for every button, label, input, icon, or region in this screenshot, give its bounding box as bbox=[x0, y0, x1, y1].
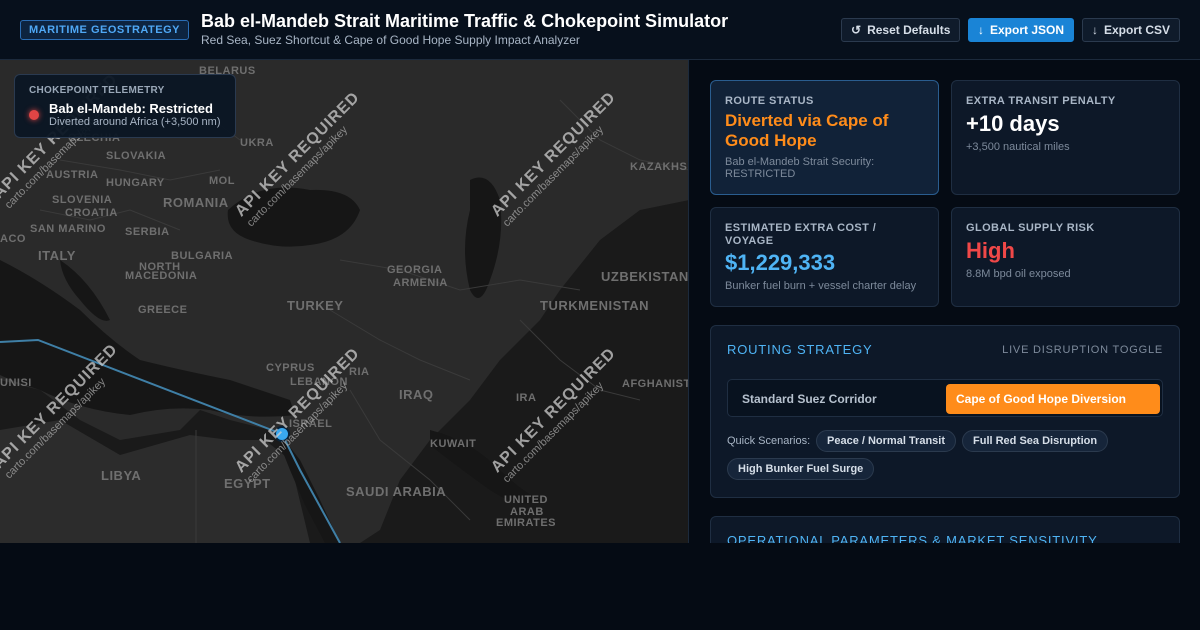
routing-strategy-title: ROUTING STRATEGY bbox=[727, 342, 873, 357]
supply-risk-value: High bbox=[966, 238, 1015, 263]
map-label: SLOVAKIA bbox=[106, 150, 167, 162]
option-cape-diversion[interactable]: Cape of Good Hope Diversion bbox=[946, 384, 1160, 414]
map-label: AFGHANIST bbox=[622, 378, 689, 390]
map-label: ACO bbox=[0, 233, 26, 245]
download-icon: ↓ bbox=[1092, 23, 1098, 37]
telemetry-heading: CHOKEPOINT TELEMETRY bbox=[29, 85, 165, 96]
map-label: ROMANIA bbox=[163, 195, 229, 210]
export-csv-button[interactable]: ↓ Export CSV bbox=[1082, 18, 1180, 42]
map-label: SLOVENIA bbox=[52, 194, 113, 206]
map-label: MACEDONIA bbox=[125, 270, 198, 282]
map-label: KAZAKHS bbox=[630, 161, 688, 173]
page-footer-space bbox=[0, 543, 1200, 630]
route-status-label: ROUTE STATUS bbox=[725, 95, 814, 107]
supply-risk-card: GLOBAL SUPPLY RISK High 8.8M bpd oil exp… bbox=[951, 207, 1180, 307]
map-label: CROATIA bbox=[65, 207, 118, 219]
map-label: IRAQ bbox=[399, 387, 434, 402]
transit-penalty-value: +10 days bbox=[966, 111, 1060, 136]
map-label: SAUDI ARABIA bbox=[346, 484, 447, 499]
telemetry-status: Bab el-Mandeb: Restricted bbox=[49, 101, 213, 116]
map-label: MOL bbox=[209, 175, 235, 187]
reset-defaults-button[interactable]: ↺ Reset Defaults bbox=[841, 18, 960, 42]
extra-cost-card: ESTIMATED EXTRA COST / VOYAGE $1,229,333… bbox=[710, 207, 939, 307]
route-status-value: Diverted via Cape of Good Hope bbox=[725, 111, 889, 150]
map-label: UZBEKISTAN bbox=[601, 269, 689, 284]
chokepoint-telemetry-panel: CHOKEPOINT TELEMETRY Bab el-Mandeb: Rest… bbox=[14, 74, 236, 138]
map-label: IRA bbox=[516, 392, 537, 404]
operational-parameters-title: OPERATIONAL PARAMETERS & MARKET SENSITIV… bbox=[727, 533, 1098, 543]
reset-icon: ↺ bbox=[851, 23, 862, 37]
map-label: ITALY bbox=[38, 248, 76, 263]
map-label: CYPRUS bbox=[266, 362, 315, 374]
map-view[interactable]: BELARUS UKRA CZECHIA SLOVAKIA AUSTRIA HU… bbox=[0, 60, 689, 543]
scenario-fuel-surge-button[interactable]: High Bunker Fuel Surge bbox=[727, 458, 875, 480]
quick-scenarios-label: Quick Scenarios: bbox=[727, 435, 811, 447]
supply-risk-note: 8.8M bpd oil exposed bbox=[966, 268, 1071, 280]
transit-penalty-label: EXTRA TRANSIT PENALTY bbox=[966, 95, 1116, 107]
map-label: AUSTRIA bbox=[46, 169, 99, 181]
map-label: UNITED bbox=[504, 494, 548, 506]
export-csv-label: Export CSV bbox=[1104, 23, 1171, 37]
route-status-card: ROUTE STATUS Diverted via Cape of Good H… bbox=[710, 80, 939, 195]
export-json-button[interactable]: ↓ Export JSON bbox=[968, 18, 1074, 42]
map-label: HUNGARY bbox=[106, 177, 165, 189]
supply-risk-label: GLOBAL SUPPLY RISK bbox=[966, 222, 1095, 234]
status-dot-icon bbox=[29, 110, 39, 120]
params-panel-clip: OPERATIONAL PARAMETERS & MARKET SENSITIV… bbox=[710, 516, 1180, 543]
download-icon: ↓ bbox=[978, 23, 984, 37]
section-badge: MARITIME GEOSTRATEGY bbox=[20, 20, 189, 40]
map-label: UNISI bbox=[0, 377, 32, 389]
map-label: LIBYA bbox=[101, 468, 142, 483]
reset-defaults-label: Reset Defaults bbox=[867, 23, 951, 37]
page-title: Bab el-Mandeb Strait Maritime Traffic & … bbox=[201, 11, 729, 31]
telemetry-note: Diverted around Africa (+3,500 nm) bbox=[49, 116, 221, 128]
map-label: TURKEY bbox=[287, 298, 344, 313]
transit-penalty-card: EXTRA TRANSIT PENALTY +10 days +3,500 na… bbox=[951, 80, 1180, 195]
scenario-red-sea-disruption-button[interactable]: Full Red Sea Disruption bbox=[962, 430, 1109, 452]
route-status-note: Bab el-Mandeb Strait Security: RESTRICTE… bbox=[725, 156, 875, 180]
route-toggle: Standard Suez Corridor Cape of Good Hope… bbox=[727, 379, 1163, 417]
map-label: ARMENIA bbox=[393, 277, 448, 289]
map-label: KUWAIT bbox=[430, 438, 477, 450]
operational-parameters-panel: OPERATIONAL PARAMETERS & MARKET SENSITIV… bbox=[710, 516, 1180, 543]
routing-strategy-panel: ROUTING STRATEGY LIVE DISRUPTION TOGGLE … bbox=[710, 325, 1180, 498]
extra-cost-label: ESTIMATED EXTRA COST / VOYAGE bbox=[725, 222, 877, 247]
app-header: MARITIME GEOSTRATEGY Bab el-Mandeb Strai… bbox=[0, 0, 1200, 60]
map-label: EMIRATES bbox=[496, 517, 557, 529]
export-json-label: Export JSON bbox=[990, 23, 1065, 37]
transit-penalty-note: +3,500 nautical miles bbox=[966, 141, 1070, 153]
extra-cost-note: Bunker fuel burn + vessel charter delay bbox=[725, 280, 917, 292]
scenario-peace-button[interactable]: Peace / Normal Transit bbox=[816, 430, 956, 452]
map-label: GREECE bbox=[138, 304, 188, 316]
map-label: UKRA bbox=[240, 137, 274, 149]
option-suez-corridor[interactable]: Standard Suez Corridor bbox=[732, 384, 887, 414]
map-label: GEORGIA bbox=[387, 264, 443, 276]
map-label: TURKMENISTAN bbox=[540, 298, 650, 313]
map-label: SAN MARINO bbox=[30, 223, 106, 235]
map-label: SERBIA bbox=[125, 226, 170, 238]
live-disruption-toggle-label: LIVE DISRUPTION TOGGLE bbox=[1002, 344, 1163, 356]
page-subtitle: Red Sea, Suez Shortcut & Cape of Good Ho… bbox=[201, 33, 580, 47]
extra-cost-value: $1,229,333 bbox=[725, 250, 836, 275]
